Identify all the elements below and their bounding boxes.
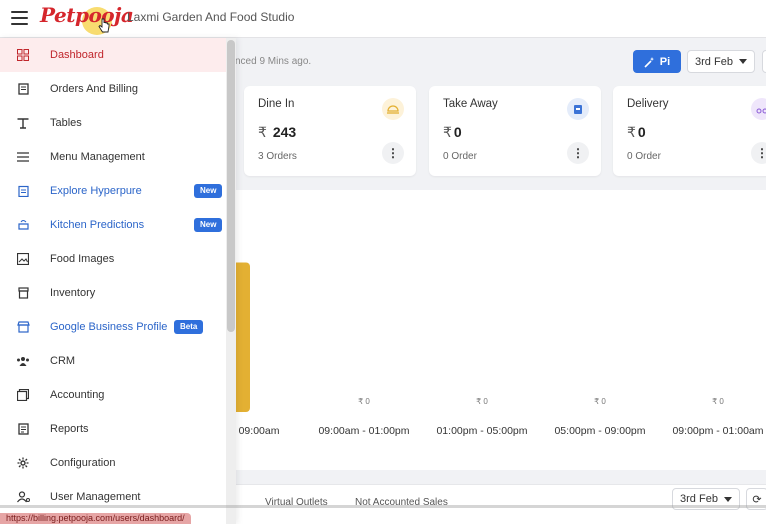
card-orders: 3 Orders	[258, 151, 297, 162]
chart-value-label: ₹ 0	[476, 397, 488, 406]
take-away-card[interactable]: Take Away ₹0 0 Order ⋮	[429, 86, 601, 176]
dine-in-icon	[382, 98, 404, 120]
delivery-card[interactable]: Delivery ₹0 0 Order ⋮	[613, 86, 766, 176]
petpooja-logo[interactable]: Petpooja	[40, 3, 134, 27]
currency-symbol: ₹	[258, 124, 267, 140]
currency-symbol: ₹	[627, 124, 636, 140]
more-options-icon[interactable]: ⋮	[382, 142, 404, 164]
sidebar-item-label: Dashboard	[50, 49, 104, 61]
accounting-icon	[16, 388, 30, 402]
sidebar-item-label: Food Images	[50, 253, 115, 265]
amount-value: 0	[453, 124, 462, 140]
card-title: Delivery	[627, 98, 669, 110]
sidebar-item-label: Google Business Profile	[50, 321, 168, 333]
sidebar-item-user-management[interactable]: User Management	[0, 480, 226, 514]
hand-cursor-icon	[98, 18, 110, 33]
amount-value: 0	[637, 124, 646, 140]
chevron-down-icon	[723, 496, 732, 502]
video-progress-strip	[0, 505, 766, 508]
sidebar-item-label: Explore Hyperpure	[50, 185, 142, 197]
card-title: Take Away	[443, 98, 498, 110]
user-management-icon	[16, 490, 30, 504]
card-amount: ₹0	[443, 124, 462, 141]
sidebar-item-food-images[interactable]: Food Images	[0, 242, 226, 276]
sidebar-item-orders-and-billing[interactable]: Orders And Billing	[0, 72, 226, 106]
sidebar-item-label: Tables	[50, 117, 82, 129]
restaurant-name[interactable]: Laxmi Garden And Food Studio	[127, 10, 294, 24]
sidebar-item-configuration[interactable]: Configuration	[0, 446, 226, 480]
sidebar-item-inventory[interactable]: Inventory	[0, 276, 226, 310]
magic-wand-icon	[644, 56, 654, 68]
dashboard-icon	[16, 48, 30, 62]
top-bar: Petpooja Laxmi Garden And Food Studio	[0, 0, 766, 38]
sidebar-item-label: Accounting	[50, 389, 105, 401]
sales-bar-chart: ₹ 243m - 09:00am₹ 009:00am - 01:00pm₹ 00…	[212, 249, 764, 437]
sidebar-item-google-business-profile[interactable]: Google Business Profile Beta	[0, 310, 226, 344]
date-filter-select[interactable]: 3rd Feb	[687, 50, 755, 73]
last-sync-text: nced 9 Mins ago.	[235, 56, 312, 67]
take-away-icon	[567, 98, 589, 120]
orders-billing-icon	[16, 82, 30, 96]
pi-button[interactable]: Pi	[633, 50, 681, 73]
card-amount: ₹ 243	[258, 124, 296, 141]
card-title: Dine In	[258, 98, 295, 110]
sidebar-item-label: User Management	[50, 491, 141, 503]
sales-chart-panel: ₹ 243m - 09:00am₹ 009:00am - 01:00pm₹ 00…	[180, 190, 766, 470]
sidebar-item-label: Menu Management	[50, 151, 145, 163]
chevron-down-icon	[738, 59, 747, 64]
sidebar-item-label: Reports	[50, 423, 89, 435]
sidebar-item-label: Inventory	[50, 287, 96, 299]
sidebar-item-kitchen-predictions[interactable]: Kitchen Predictions New	[0, 208, 226, 242]
pi-label: Pi	[659, 55, 671, 68]
sidebar-item-reports[interactable]: Reports	[0, 412, 226, 446]
bottom-date-value: 3rd Feb	[680, 493, 718, 505]
sidebar-item-menu-management[interactable]: Menu Management	[0, 140, 226, 174]
google-business-icon	[16, 320, 30, 334]
chart-category-label: 09:00am - 01:00pm	[318, 425, 409, 437]
sidebar-item-dashboard[interactable]: Dashboard	[0, 38, 226, 72]
tables-icon	[16, 116, 30, 130]
chart-value-label: ₹ 0	[358, 397, 370, 406]
sidebar-item-explore-hyperpure[interactable]: Explore Hyperpure New	[0, 174, 226, 208]
amount-value: 243	[272, 124, 297, 140]
delivery-icon	[751, 98, 766, 120]
sidebar-item-label: Orders And Billing	[50, 83, 139, 95]
sidebar: Dashboard Orders And Billing Tables Menu Ma…	[0, 38, 236, 524]
sidebar-item-crm[interactable]: CRM	[0, 344, 226, 378]
hyperpure-icon	[16, 184, 30, 198]
menu-management-icon	[16, 150, 30, 164]
extra-control[interactable]	[762, 50, 766, 73]
chart-value-label: ₹ 0	[594, 397, 606, 406]
chart-category-label: 09:00pm - 01:00am	[672, 425, 763, 437]
badge-new: New	[194, 218, 223, 232]
more-options-icon[interactable]: ⋮	[567, 142, 589, 164]
chart-category-label: 05:00pm - 09:00pm	[554, 425, 645, 437]
crm-icon	[16, 354, 30, 368]
sidebar-item-label: CRM	[50, 355, 76, 367]
date-filter-value: 3rd Feb	[695, 55, 733, 68]
sidebar-item-label: Kitchen Predictions	[50, 219, 145, 231]
hamburger-menu-icon[interactable]	[11, 11, 28, 25]
card-orders: 0 Order	[443, 151, 477, 162]
sidebar-item-label: Configuration	[50, 457, 116, 469]
chart-value-label: ₹ 0	[712, 397, 724, 406]
currency-symbol: ₹	[443, 124, 452, 140]
badge-new: New	[194, 184, 223, 198]
badge-beta: Beta	[174, 320, 204, 334]
chart-category-label: 01:00pm - 05:00pm	[436, 425, 527, 437]
dine-in-card[interactable]: Dine In ₹ 243 3 Orders ⋮	[244, 86, 416, 176]
sidebar-scrollbar-thumb[interactable]	[227, 40, 235, 332]
food-images-icon	[16, 252, 30, 266]
sidebar-item-accounting[interactable]: Accounting	[0, 378, 226, 412]
more-options-icon[interactable]: ⋮	[751, 142, 766, 164]
status-url: https://billing.petpooja.com/users/dashb…	[0, 513, 191, 524]
card-amount: ₹0	[627, 124, 646, 141]
sidebar-item-tables[interactable]: Tables	[0, 106, 226, 140]
kitchen-predictions-icon	[16, 218, 30, 232]
inventory-icon	[16, 286, 30, 300]
configuration-icon	[16, 456, 30, 470]
reports-icon	[16, 422, 30, 436]
card-orders: 0 Order	[627, 151, 661, 162]
